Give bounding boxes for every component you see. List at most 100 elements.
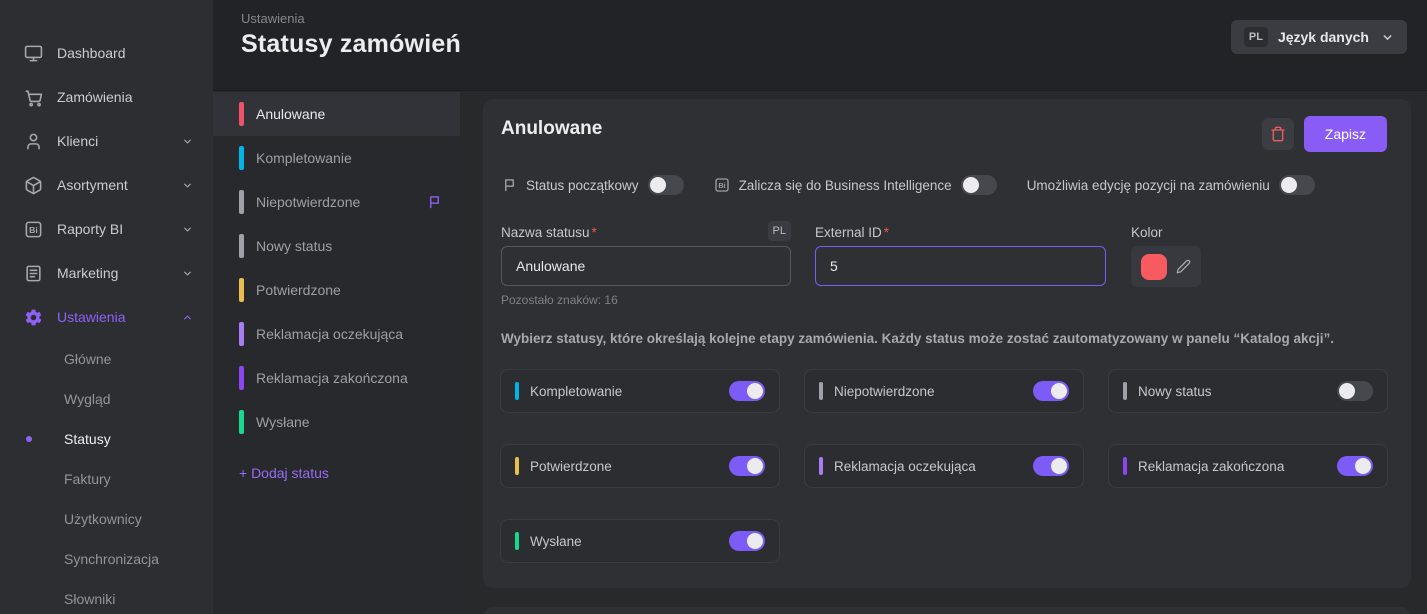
- main-nav: Dashboard Zamówienia Klienci Asortyment: [0, 0, 213, 614]
- external-id-field-label: External ID*: [815, 223, 1106, 241]
- color-swatch: [1141, 254, 1167, 280]
- flag-icon: [502, 178, 517, 193]
- status-color-marker: [239, 102, 244, 126]
- next-status-toggle[interactable]: [729, 381, 765, 401]
- status-color-marker: [515, 457, 519, 475]
- next-status-card-kompletowanie: Kompletowanie: [500, 369, 780, 413]
- next-status-toggle[interactable]: [1033, 381, 1069, 401]
- field-label-text: Kolor: [1131, 225, 1163, 240]
- external-id-field-group: External ID*: [815, 223, 1106, 286]
- language-code-badge: PL: [1244, 27, 1268, 47]
- next-status-label: Niepotwierdzone: [834, 384, 935, 399]
- next-status-toggle[interactable]: [1337, 456, 1373, 476]
- color-picker-control[interactable]: [1131, 246, 1201, 287]
- sidebar-subitem-uzytkownicy[interactable]: Użytkownicy: [0, 499, 213, 539]
- document-icon: [24, 264, 43, 283]
- sidebar-subitem-synchronizacja[interactable]: Synchronizacja: [0, 539, 213, 579]
- sidebar-item-asortyment[interactable]: Asortyment: [0, 163, 213, 207]
- next-status-card-reklamacja-oczekujaca: Reklamacja oczekująca: [804, 444, 1084, 488]
- sidebar-subitem-faktury[interactable]: Faktury: [0, 459, 213, 499]
- status-poczatkowy-toggle[interactable]: [648, 175, 684, 195]
- status-color-marker: [819, 382, 823, 400]
- sidebar-item-ustawienia[interactable]: Ustawienia: [0, 295, 213, 339]
- sidebar-subitem-glowne[interactable]: Główne: [0, 339, 213, 379]
- sidebar-subitem-wyglad[interactable]: Wygląd: [0, 379, 213, 419]
- next-statuses-grid: Kompletowanie Niepotwierdzone Nowy statu…: [500, 369, 1388, 594]
- chevron-down-icon: [182, 224, 193, 235]
- fields-row: Nazwa statusu* PL Pozostało znaków: 16 E…: [501, 223, 1393, 313]
- add-status-link[interactable]: + Dodaj status: [239, 465, 329, 481]
- field-label-text: External ID: [815, 225, 882, 240]
- next-status-card-wyslane: Wysłane: [500, 519, 780, 563]
- sidebar-subitem-slowniki[interactable]: Słowniki: [0, 579, 213, 614]
- option-toggle-label: Umożliwia edycję pozycji na zamówieniu: [1027, 178, 1270, 193]
- field-label-text: Nazwa statusu: [501, 225, 590, 240]
- status-list-item-reklamacja-oczekujaca[interactable]: Reklamacja oczekująca: [213, 312, 460, 356]
- status-list-item-potwierdzone[interactable]: Potwierdzone: [213, 268, 460, 312]
- external-id-input[interactable]: [815, 246, 1106, 286]
- next-status-toggle[interactable]: [1033, 456, 1069, 476]
- status-list-item-label: Niepotwierdzone: [256, 194, 360, 210]
- editor-area: Anulowane Zapisz Status początkowy Bi: [460, 92, 1427, 614]
- status-list-item-label: Anulowane: [256, 106, 325, 122]
- status-list-item-wyslane[interactable]: Wysłane: [213, 400, 460, 444]
- name-field-group: Nazwa statusu* PL Pozostało znaków: 16: [501, 223, 791, 307]
- status-color-marker: [239, 190, 244, 214]
- option-toggle-label: Zalicza się do Business Intelligence: [739, 178, 952, 193]
- page-header: Ustawienia Statusy zamówień PL Język dan…: [213, 0, 1427, 91]
- sidebar-item-klienci[interactable]: Klienci: [0, 119, 213, 163]
- status-list-item-reklamacja-zakonczona[interactable]: Reklamacja zakończona: [213, 356, 460, 400]
- next-status-label: Nowy status: [1138, 384, 1212, 399]
- next-status-card-potwierdzone: Potwierdzone: [500, 444, 780, 488]
- chevron-down-icon: [182, 180, 193, 191]
- sidebar-item-dashboard[interactable]: Dashboard: [0, 31, 213, 75]
- main-sidebar: Dashboard Zamówienia Klienci Asortyment: [0, 0, 213, 614]
- monitor-icon: [24, 44, 43, 63]
- edycja-pozycji-toggle[interactable]: [1279, 175, 1315, 195]
- sidebar-item-label: Marketing: [57, 265, 118, 281]
- status-color-marker: [515, 382, 519, 400]
- sidebar-subitem-label: Wygląd: [64, 391, 111, 407]
- sidebar-item-zamowienia[interactable]: Zamówienia: [0, 75, 213, 119]
- pencil-icon: [1176, 259, 1191, 274]
- status-list-item-niepotwierdzone[interactable]: Niepotwierdzone: [213, 180, 460, 224]
- chevron-down-icon: [1381, 31, 1394, 44]
- status-color-marker: [1123, 382, 1127, 400]
- user-icon: [24, 132, 43, 151]
- next-status-label: Reklamacja zakończona: [1138, 459, 1284, 474]
- status-name-input[interactable]: [501, 246, 791, 286]
- editor-actions: Zapisz: [1262, 116, 1387, 152]
- next-status-card-reklamacja-zakonczona: Reklamacja zakończona: [1108, 444, 1388, 488]
- sidebar-item-label: Raporty BI: [57, 221, 123, 237]
- status-color-marker: [239, 410, 244, 434]
- status-list-item-kompletowanie[interactable]: Kompletowanie: [213, 136, 460, 180]
- save-button[interactable]: Zapisz: [1304, 116, 1387, 152]
- next-status-label: Potwierdzone: [530, 459, 612, 474]
- next-status-toggle[interactable]: [729, 531, 765, 551]
- sidebar-subitem-statusy[interactable]: Statusy: [0, 419, 213, 459]
- editor-title: Anulowane: [501, 118, 602, 140]
- sidebar-item-raporty-bi[interactable]: Bi Raporty BI: [0, 207, 213, 251]
- status-list-item-anulowane[interactable]: Anulowane: [213, 92, 460, 136]
- sidebar-subitem-label: Synchronizacja: [64, 551, 159, 567]
- sidebar-subitem-label: Słowniki: [64, 591, 115, 607]
- color-field-group: Kolor: [1131, 223, 1201, 287]
- status-color-marker: [239, 278, 244, 302]
- sidebar-item-marketing[interactable]: Marketing: [0, 251, 213, 295]
- status-list-item-label: Potwierdzone: [256, 282, 341, 298]
- language-selector[interactable]: PL Język danych: [1231, 20, 1407, 54]
- status-color-marker: [819, 457, 823, 475]
- sidebar-item-label: Klienci: [57, 133, 98, 149]
- next-status-toggle[interactable]: [1337, 381, 1373, 401]
- sidebar-item-label: Asortyment: [57, 177, 128, 193]
- option-toggle-label: Status początkowy: [526, 178, 639, 193]
- chevron-down-icon: [182, 136, 193, 147]
- delete-status-button[interactable]: [1262, 118, 1294, 150]
- status-list-item-nowy-status[interactable]: Nowy status: [213, 224, 460, 268]
- color-field-label: Kolor: [1131, 223, 1201, 241]
- status-list-item-label: Wysłane: [256, 414, 310, 430]
- business-intelligence-toggle[interactable]: [961, 175, 997, 195]
- next-statuses-description: Wybierz statusy, które określają kolejne…: [501, 331, 1334, 346]
- sidebar-item-label: Dashboard: [57, 45, 126, 61]
- next-status-toggle[interactable]: [729, 456, 765, 476]
